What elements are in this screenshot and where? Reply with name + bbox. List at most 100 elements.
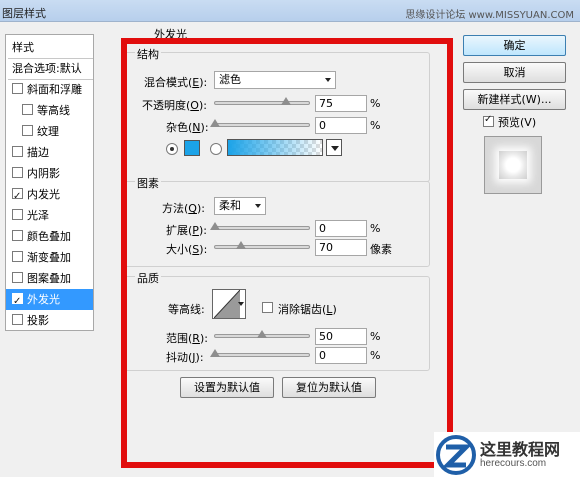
sidebar-item[interactable]: 斜面和浮雕 xyxy=(6,79,93,100)
sidebar-item-checkbox[interactable] xyxy=(22,125,33,136)
jitter-input[interactable]: 0 xyxy=(315,347,367,364)
sidebar-item[interactable]: 混合选项:默认 xyxy=(6,58,93,79)
sidebar-item-checkbox[interactable] xyxy=(12,146,23,157)
set-default-button[interactable]: 设置为默认值 xyxy=(180,377,274,398)
sidebar-item-label: 外发光 xyxy=(27,293,60,306)
logo-icon xyxy=(436,435,476,475)
gradient-dropdown-button[interactable] xyxy=(326,139,342,156)
size-input[interactable]: 70 xyxy=(315,239,367,256)
sidebar-item-checkbox[interactable] xyxy=(12,291,23,310)
outer-glow-panel: 外发光 结构 混合模式(E): 滤色 不透明度(O): 75 % 杂色(N): … xyxy=(104,26,454,452)
chevron-down-icon xyxy=(238,302,244,306)
sidebar-item-checkbox[interactable] xyxy=(12,251,23,262)
new-style-button[interactable]: 新建样式(W)... xyxy=(463,89,566,110)
jitter-label: 抖动(J): xyxy=(166,351,204,364)
noise-slider[interactable] xyxy=(210,119,310,127)
sidebar-item-label: 渐变叠加 xyxy=(27,251,71,264)
sidebar-item-checkbox[interactable] xyxy=(12,83,23,94)
sidebar-item-label: 等高线 xyxy=(37,104,70,117)
contour-curve-icon xyxy=(214,290,240,318)
antialias-label: 消除锯齿(L) xyxy=(278,303,337,316)
preview-label: 预览(V) xyxy=(498,116,537,129)
opacity-unit: % xyxy=(370,97,381,110)
spread-input[interactable]: 0 xyxy=(315,220,367,237)
sidebar-item-label: 样式 xyxy=(12,41,34,54)
sidebar-item-label: 纹理 xyxy=(37,125,59,138)
antialias-checkbox[interactable] xyxy=(262,302,273,313)
sidebar-item[interactable]: 渐变叠加 xyxy=(6,247,93,268)
elements-title: 图素 xyxy=(135,175,161,191)
noise-unit: % xyxy=(370,119,381,132)
sidebar-item[interactable]: 内阴影 xyxy=(6,163,93,184)
reset-default-button[interactable]: 复位为默认值 xyxy=(282,377,376,398)
sidebar-item-label: 光泽 xyxy=(27,209,49,222)
preview-thumbnail xyxy=(499,151,527,179)
chevron-down-icon xyxy=(255,204,261,208)
logo-title: 这里教程网 xyxy=(480,440,561,459)
noise-input[interactable]: 0 xyxy=(315,117,367,134)
sidebar-item[interactable]: 投影 xyxy=(6,310,93,331)
gradient-picker[interactable] xyxy=(227,139,323,156)
sidebar-item-checkbox[interactable] xyxy=(12,167,23,178)
sidebar-item-checkbox[interactable] xyxy=(12,314,23,325)
sidebar-item-checkbox[interactable] xyxy=(12,186,23,205)
blend-mode-select[interactable]: 滤色 xyxy=(214,71,336,89)
gradient-radio[interactable] xyxy=(210,143,222,155)
sidebar-item[interactable]: 等高线 xyxy=(6,100,93,121)
chevron-down-icon xyxy=(331,146,339,151)
contour-picker[interactable] xyxy=(212,289,246,319)
range-label: 范围(R): xyxy=(166,332,208,345)
sidebar-item-label: 颜色叠加 xyxy=(27,230,71,243)
opacity-input[interactable]: 75 xyxy=(315,95,367,112)
spread-slider-thumb[interactable] xyxy=(210,222,220,230)
preview-checkbox[interactable] xyxy=(483,114,494,127)
technique-select[interactable]: 柔和 xyxy=(214,197,266,215)
style-preview xyxy=(484,136,542,194)
sidebar-item-checkbox[interactable] xyxy=(22,104,33,115)
sidebar-item[interactable]: 内发光 xyxy=(6,184,93,205)
sidebar-item[interactable]: 外发光 xyxy=(6,289,93,310)
ok-button[interactable]: 确定 xyxy=(463,35,566,56)
quality-title: 品质 xyxy=(135,270,161,286)
sidebar-item[interactable]: 图案叠加 xyxy=(6,268,93,289)
sidebar-item[interactable]: 样式 xyxy=(6,37,93,58)
sidebar-item-checkbox[interactable] xyxy=(12,230,23,241)
spread-unit: % xyxy=(370,222,381,235)
contour-label: 等高线: xyxy=(168,303,205,316)
jitter-slider-thumb[interactable] xyxy=(210,349,220,357)
glow-color-swatch[interactable] xyxy=(184,140,200,156)
sidebar-item[interactable]: 描边 xyxy=(6,142,93,163)
size-slider-thumb[interactable] xyxy=(236,241,247,249)
range-slider[interactable] xyxy=(214,330,310,338)
style-list: 样式混合选项:默认斜面和浮雕等高线纹理描边内阴影内发光光泽颜色叠加渐变叠加图案叠… xyxy=(5,34,94,331)
sidebar-item[interactable]: 光泽 xyxy=(6,205,93,226)
title-bar: 图层样式 思缘设计论坛 www.MISSYUAN.COM xyxy=(0,0,580,22)
sidebar-item-checkbox[interactable] xyxy=(12,272,23,283)
size-unit: 像素 xyxy=(370,243,392,256)
jitter-slider[interactable] xyxy=(210,349,310,357)
sidebar-item[interactable]: 颜色叠加 xyxy=(6,226,93,247)
range-input[interactable]: 50 xyxy=(315,328,367,345)
spread-slider[interactable] xyxy=(210,222,310,230)
jitter-unit: % xyxy=(370,349,381,362)
size-label: 大小(S): xyxy=(166,243,208,256)
noise-label: 杂色(N): xyxy=(166,121,209,134)
solid-color-radio[interactable] xyxy=(166,143,178,155)
technique-label: 方法(Q): xyxy=(162,202,205,215)
logo-url: herecours.com xyxy=(480,458,547,469)
watermark-text: 思缘设计论坛 www.MISSYUAN.COM xyxy=(405,10,574,21)
opacity-slider[interactable] xyxy=(214,97,310,105)
sidebar-item[interactable]: 纹理 xyxy=(6,121,93,142)
sidebar-item-checkbox[interactable] xyxy=(12,209,23,220)
size-slider[interactable] xyxy=(214,241,310,249)
cancel-button[interactable]: 取消 xyxy=(463,62,566,83)
sidebar-item-label: 斜面和浮雕 xyxy=(27,83,82,96)
range-slider-thumb[interactable] xyxy=(257,330,267,338)
sidebar-item-label: 内发光 xyxy=(27,188,60,201)
noise-slider-thumb[interactable] xyxy=(210,119,220,127)
range-unit: % xyxy=(370,330,381,343)
opacity-slider-thumb[interactable] xyxy=(280,97,291,105)
window-title: 图层样式 xyxy=(2,7,46,20)
opacity-label: 不透明度(O): xyxy=(142,99,207,112)
chevron-down-icon xyxy=(325,78,331,82)
